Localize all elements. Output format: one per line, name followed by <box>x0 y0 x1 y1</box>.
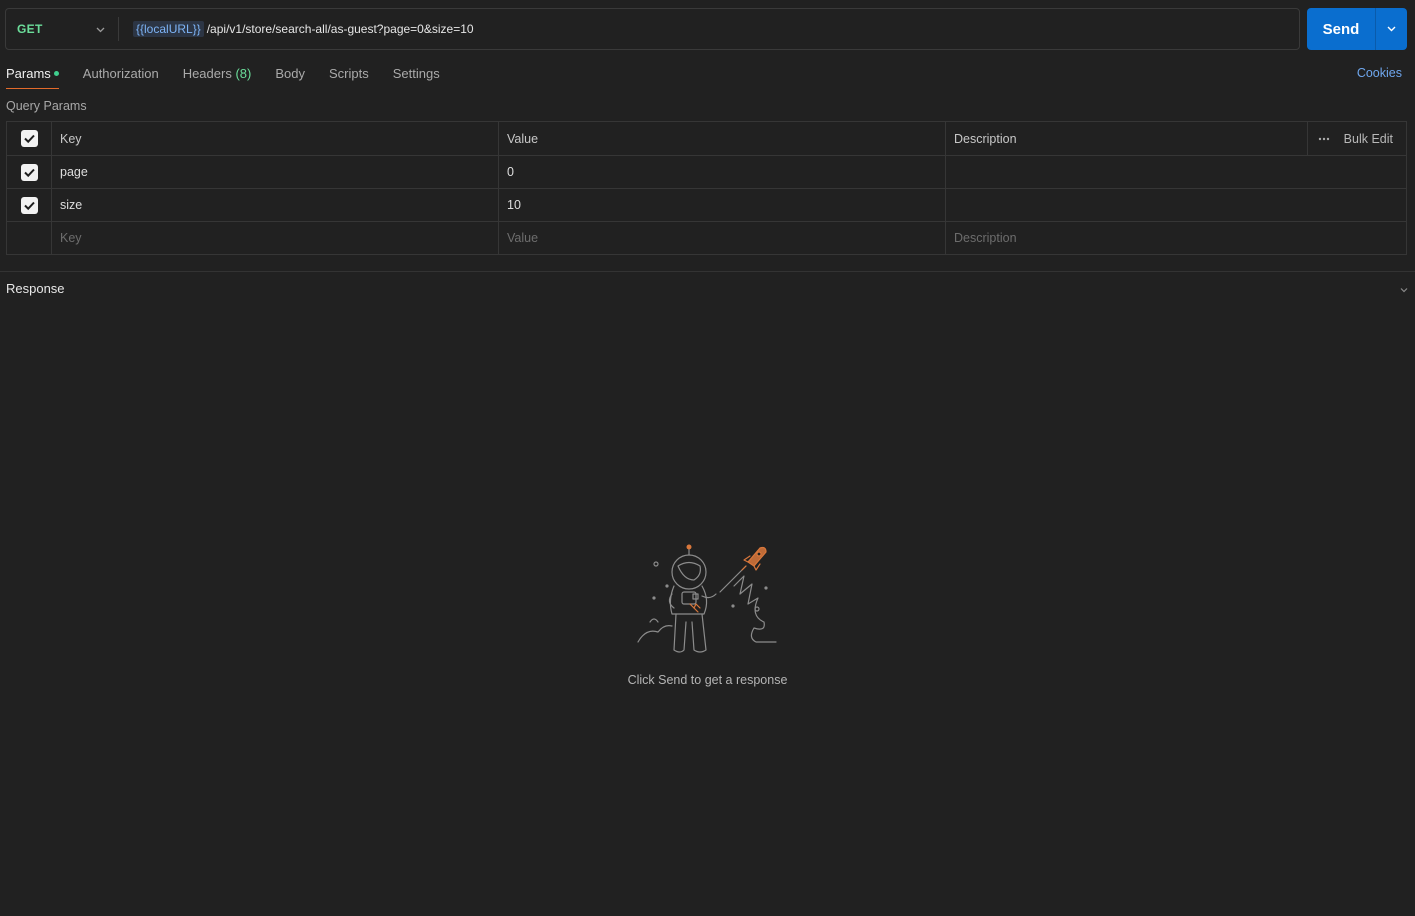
url-path: /api/v1/store/search-all/as-guest?page=0… <box>206 22 474 36</box>
chevron-down-icon <box>95 23 106 38</box>
tab-label: Params <box>6 66 51 81</box>
new-param-key-input[interactable]: Key <box>51 221 499 255</box>
select-all-cell <box>6 121 52 156</box>
new-param-description-input[interactable]: Description <box>945 221 1407 255</box>
column-header-key: Key <box>51 121 499 156</box>
bulk-edit-button[interactable]: Bulk Edit <box>1344 132 1393 146</box>
tab-scripts[interactable]: Scripts <box>329 62 369 89</box>
query-params-label: Query Params <box>6 99 87 113</box>
param-value-input[interactable]: 0 <box>498 155 946 189</box>
param-value-input[interactable]: 10 <box>498 188 946 222</box>
more-horizontal-icon[interactable] <box>1318 137 1330 141</box>
tab-label: Authorization <box>82 66 159 81</box>
send-options-button[interactable] <box>1376 8 1407 50</box>
param-enabled-checkbox[interactable] <box>20 196 38 214</box>
response-divider[interactable] <box>0 271 1415 272</box>
chevron-down-icon[interactable] <box>1399 283 1409 298</box>
check-icon <box>23 168 35 177</box>
query-params-table: Key Value Description Bulk Edit page 0 s… <box>6 121 1407 255</box>
tab-label: Headers <box>182 66 232 81</box>
request-tabs: Params Authorization Headers (8) Body Sc… <box>6 62 464 90</box>
param-key-input[interactable]: size <box>51 188 499 222</box>
astronaut-rocket-illustration <box>636 542 781 660</box>
select-all-checkbox[interactable] <box>20 130 38 147</box>
row-checkbox-cell <box>6 188 52 222</box>
tab-headers[interactable]: Headers (8) <box>183 62 252 89</box>
tab-authorization[interactable]: Authorization <box>83 62 159 89</box>
url-variable[interactable]: {{localURL}} <box>133 21 204 37</box>
tab-params[interactable]: Params <box>6 62 59 89</box>
request-bar: GET {{localURL}} /api/v1/store/search-al… <box>5 8 1300 50</box>
tab-label: Body <box>275 66 305 81</box>
table-header-row: Key Value Description Bulk Edit <box>6 121 1407 156</box>
table-row: page 0 <box>6 155 1407 189</box>
cookies-link[interactable]: Cookies <box>1357 66 1402 80</box>
method-label: GET <box>17 22 43 36</box>
response-title: Response <box>6 281 65 296</box>
url-input[interactable]: {{localURL}} /api/v1/store/search-all/as… <box>119 9 1299 49</box>
column-header-value: Value <box>498 121 946 156</box>
new-param-value-input[interactable]: Value <box>498 221 946 255</box>
send-button[interactable]: Send <box>1307 8 1375 50</box>
check-icon <box>23 134 35 144</box>
table-row-new: Key Value Description <box>6 221 1407 255</box>
param-description-input[interactable] <box>945 155 1407 189</box>
row-checkbox-cell <box>6 221 52 255</box>
tab-body[interactable]: Body <box>275 62 305 89</box>
param-enabled-checkbox[interactable] <box>20 163 38 181</box>
params-active-dot <box>53 71 59 77</box>
tab-label: Scripts <box>328 66 369 81</box>
tab-label: Settings <box>392 66 440 81</box>
bulk-edit-cell: Bulk Edit <box>1307 121 1407 156</box>
param-description-input[interactable] <box>945 188 1407 222</box>
column-header-description: Description <box>945 121 1308 156</box>
check-icon <box>23 201 35 210</box>
empty-response-message: Click Send to get a response <box>627 673 788 687</box>
param-key-input[interactable]: page <box>51 155 499 189</box>
method-select[interactable]: GET <box>6 9 118 49</box>
tab-settings[interactable]: Settings <box>393 62 440 89</box>
chevron-down-icon <box>1386 22 1397 37</box>
headers-count-badge: (8) <box>235 66 252 81</box>
row-checkbox-cell <box>6 155 52 189</box>
send-group: Send <box>1307 8 1407 50</box>
table-row: size 10 <box>6 188 1407 222</box>
